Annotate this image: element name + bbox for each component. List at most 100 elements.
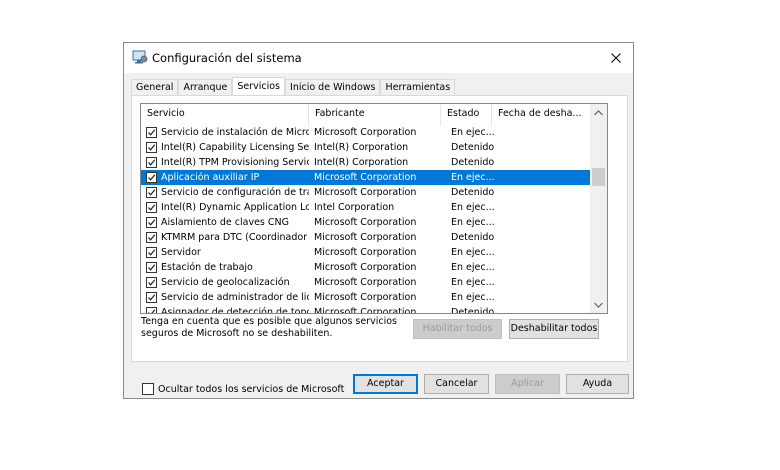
service-checkbox[interactable] bbox=[146, 247, 157, 258]
service-checkbox[interactable] bbox=[146, 292, 157, 303]
tab-herramientas[interactable]: Herramientas bbox=[380, 79, 456, 95]
service-status: Detenido bbox=[451, 142, 495, 153]
service-checkbox[interactable] bbox=[146, 172, 157, 183]
service-name: Servidor bbox=[161, 247, 201, 258]
service-vendor: Microsoft Corporation bbox=[314, 232, 417, 243]
service-vendor: Microsoft Corporation bbox=[314, 247, 417, 258]
column-header-fabricante[interactable]: Fabricante bbox=[309, 104, 441, 126]
column-header-fecha[interactable]: Fecha de desha... bbox=[492, 104, 591, 126]
service-status: En ejec... bbox=[451, 247, 495, 258]
table-row[interactable]: Servidor Microsoft Corporation En ejec... bbox=[141, 245, 591, 260]
service-checkbox[interactable] bbox=[146, 142, 157, 153]
checkmark-icon bbox=[148, 204, 156, 211]
table-row[interactable]: Intel(R) Capability Licensing Ser... Inte… bbox=[141, 140, 591, 155]
service-checkbox[interactable] bbox=[146, 307, 157, 313]
service-checkbox[interactable] bbox=[146, 157, 157, 168]
table-row[interactable]: Servicio de configuración de tra... Micro… bbox=[141, 185, 591, 200]
table-row[interactable]: Servicio de administrador de lic... Micro… bbox=[141, 290, 591, 305]
service-vendor: Microsoft Corporation bbox=[314, 307, 417, 314]
tab-servicios[interactable]: Servicios bbox=[232, 77, 286, 96]
service-vendor: Microsoft Corporation bbox=[314, 262, 417, 273]
checkmark-icon bbox=[148, 129, 156, 136]
service-name: Aplicación auxiliar IP bbox=[161, 172, 260, 183]
hide-ms-services-option[interactable]: Ocultar todos los servicios de Microsoft bbox=[142, 383, 344, 395]
checkmark-icon bbox=[148, 174, 156, 181]
service-name: Estación de trabajo bbox=[161, 262, 253, 273]
vertical-scrollbar[interactable] bbox=[590, 104, 607, 313]
chevron-down-icon bbox=[594, 302, 603, 308]
checkmark-icon bbox=[148, 294, 156, 301]
table-row[interactable]: Asignador de detección de topol... Micros… bbox=[141, 305, 591, 314]
table-row[interactable]: Intel(R) Dynamic Application Loa... Intel… bbox=[141, 200, 591, 215]
table-row[interactable]: Aplicación auxiliar IP Microsoft Corporat… bbox=[141, 170, 591, 185]
service-status: En ejec... bbox=[451, 202, 495, 213]
service-vendor: Intel(R) Corporation bbox=[314, 142, 409, 153]
tab-arranque[interactable]: Arranque bbox=[178, 79, 233, 95]
service-vendor: Microsoft Corporation bbox=[314, 292, 417, 303]
service-status: En ejec... bbox=[451, 277, 495, 288]
service-name: Asignador de detección de topol... bbox=[161, 307, 309, 314]
service-checkbox[interactable] bbox=[146, 202, 157, 213]
system-config-icon bbox=[132, 50, 148, 64]
service-vendor: Microsoft Corporation bbox=[314, 277, 417, 288]
service-checkbox[interactable] bbox=[146, 127, 157, 138]
checkmark-icon bbox=[148, 309, 156, 313]
cancel-button[interactable]: Cancelar bbox=[424, 374, 489, 394]
column-header-estado[interactable]: Estado bbox=[441, 104, 492, 126]
table-row[interactable]: Aislamiento de claves CNG Microsoft Corpo… bbox=[141, 215, 591, 230]
chevron-up-icon bbox=[594, 109, 603, 115]
hide-ms-services-checkbox[interactable] bbox=[142, 383, 154, 395]
table-row[interactable]: Intel(R) TPM Provisioning Service Intel(R… bbox=[141, 155, 591, 170]
scroll-up-button[interactable] bbox=[590, 104, 607, 121]
checkmark-icon bbox=[148, 219, 156, 226]
checkmark-icon bbox=[148, 279, 156, 286]
table-row[interactable]: Servicio de geolocalización Microsoft Cor… bbox=[141, 275, 591, 290]
close-button[interactable] bbox=[599, 43, 633, 73]
service-vendor: Microsoft Corporation bbox=[314, 127, 417, 138]
service-vendor: Microsoft Corporation bbox=[314, 217, 417, 228]
checkmark-icon bbox=[148, 264, 156, 271]
scroll-down-button[interactable] bbox=[590, 296, 607, 313]
service-name: Intel(R) Dynamic Application Loa... bbox=[161, 202, 309, 213]
table-row[interactable]: Estación de trabajo Microsoft Corporation… bbox=[141, 260, 591, 275]
services-list[interactable]: Servicio Fabricante Estado Fecha de desh… bbox=[140, 103, 608, 314]
ok-button[interactable]: Aceptar bbox=[353, 374, 418, 394]
service-status: En ejec... bbox=[451, 127, 495, 138]
service-status: Detenido bbox=[451, 232, 495, 243]
scroll-thumb[interactable] bbox=[592, 168, 605, 186]
help-button[interactable]: Ayuda bbox=[566, 374, 629, 394]
window-title: Configuración del sistema bbox=[152, 51, 302, 65]
service-status: En ejec... bbox=[451, 172, 495, 183]
service-name: Servicio de instalación de Micro... bbox=[161, 127, 309, 138]
tab-general[interactable]: General bbox=[131, 79, 179, 95]
system-config-window: Configuración del sistema General Arranq… bbox=[123, 42, 634, 399]
checkmark-icon bbox=[148, 234, 156, 241]
checkmark-icon bbox=[148, 159, 156, 166]
hide-ms-services-label: Ocultar todos los servicios de Microsoft bbox=[158, 383, 345, 395]
service-checkbox[interactable] bbox=[146, 277, 157, 288]
column-header-servicio[interactable]: Servicio bbox=[141, 104, 309, 126]
service-vendor: Microsoft Corporation bbox=[314, 187, 417, 198]
tab-inicio-windows[interactable]: Inicio de Windows bbox=[285, 79, 381, 95]
service-name: KTMRM para DTC (Coordinador ... bbox=[161, 232, 309, 243]
service-checkbox[interactable] bbox=[146, 217, 157, 228]
service-name: Servicio de administrador de lic... bbox=[161, 292, 309, 303]
service-checkbox[interactable] bbox=[146, 262, 157, 273]
disable-all-button[interactable]: Deshabilitar todos bbox=[509, 319, 599, 339]
service-vendor: Microsoft Corporation bbox=[314, 172, 417, 183]
note-text: Tenga en cuenta que es posible que algun… bbox=[141, 316, 397, 339]
table-row[interactable]: KTMRM para DTC (Coordinador ... Microsoft… bbox=[141, 230, 591, 245]
service-name: Intel(R) Capability Licensing Ser... bbox=[161, 142, 309, 153]
enable-all-button[interactable]: Habilitar todos bbox=[413, 319, 502, 339]
service-rows: Servicio de instalación de Micro... Micro… bbox=[141, 125, 591, 314]
service-vendor: Intel(R) Corporation bbox=[314, 157, 409, 168]
service-checkbox[interactable] bbox=[146, 232, 157, 243]
apply-button[interactable]: Aplicar bbox=[495, 374, 560, 394]
service-checkbox[interactable] bbox=[146, 187, 157, 198]
service-status: Detenido bbox=[451, 157, 495, 168]
service-status: Detenido bbox=[451, 307, 495, 314]
service-status: En ejec... bbox=[451, 292, 495, 303]
table-row[interactable]: Servicio de instalación de Micro... Micro… bbox=[141, 125, 591, 140]
service-name: Intel(R) TPM Provisioning Service bbox=[161, 157, 309, 168]
title-bar[interactable]: Configuración del sistema bbox=[124, 43, 633, 73]
